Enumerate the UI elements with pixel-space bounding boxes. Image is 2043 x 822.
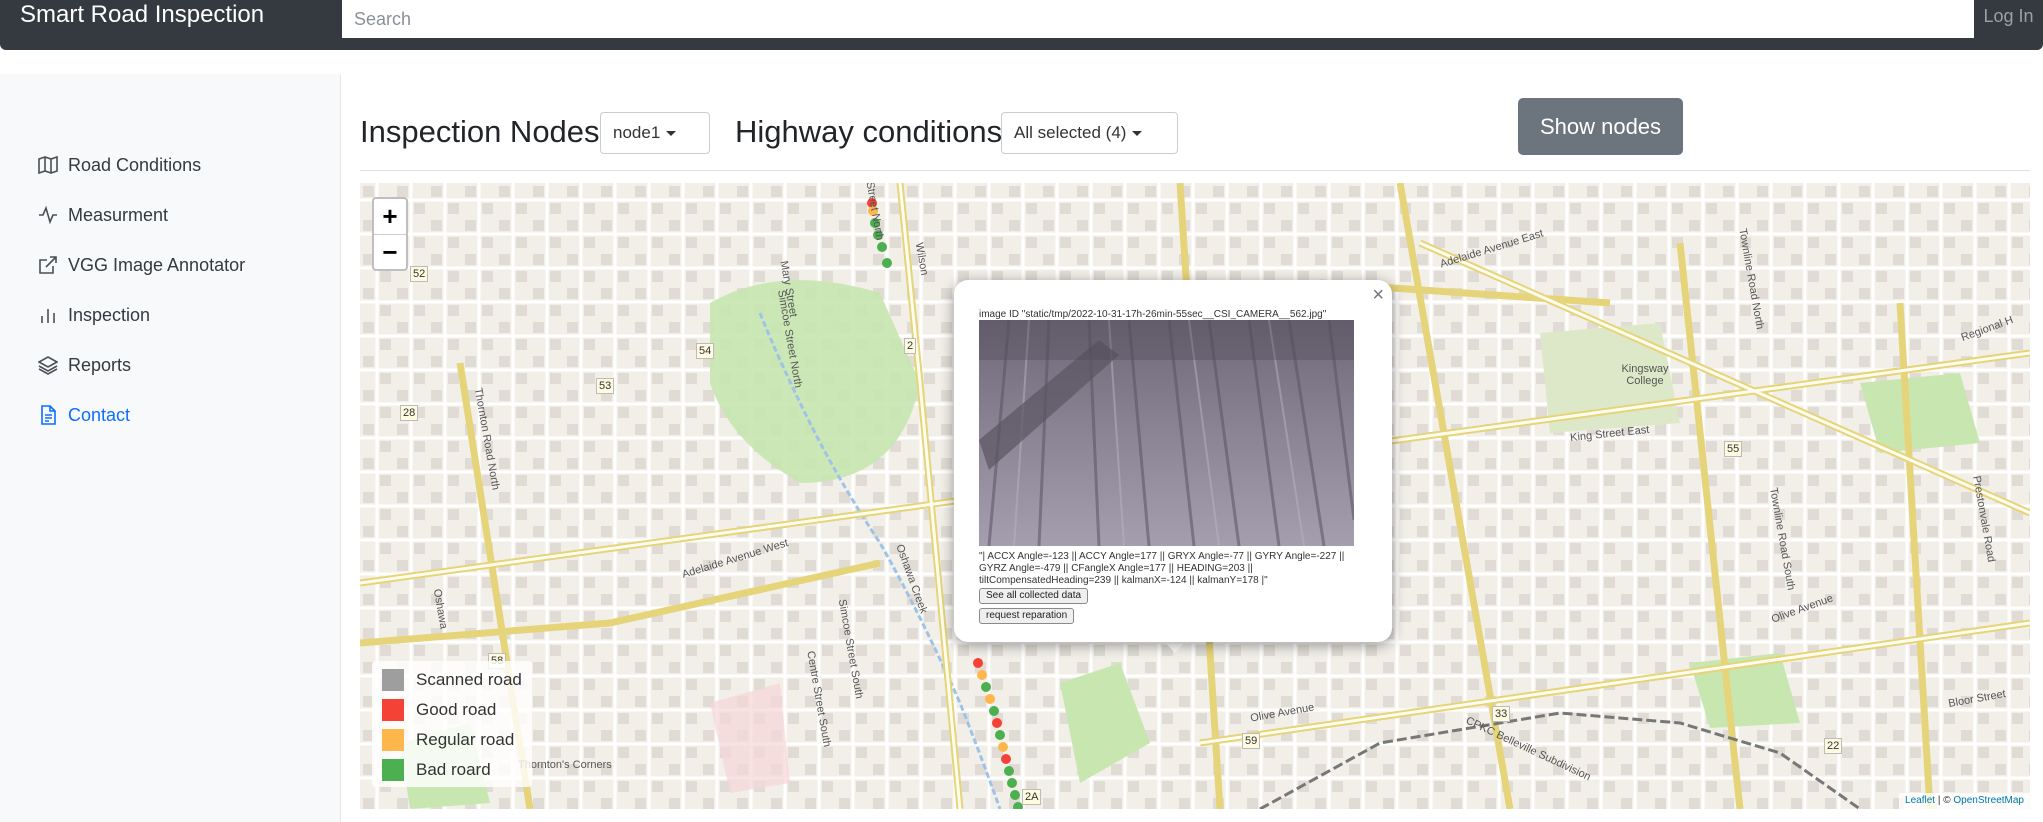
node-select[interactable]: node1	[600, 112, 710, 154]
sidebar-item-label: Road Conditions	[68, 154, 202, 175]
chevron-down-icon	[666, 130, 677, 136]
request-reparation-button[interactable]: request reparation	[979, 608, 1075, 624]
legend-item: Good road	[382, 699, 496, 721]
sidebar-item-label: Contact	[68, 404, 131, 425]
file-text-icon	[41, 405, 56, 425]
activity-icon	[39, 205, 57, 225]
legend-label: Regular road	[416, 730, 515, 749]
route-shield: 59	[1242, 733, 1261, 749]
map-icon	[38, 155, 58, 175]
chevron-down-icon	[1132, 130, 1143, 136]
sidebar-item-vgg-image-annotator[interactable]: VGG Image Annotator	[38, 250, 245, 280]
node-select-value: node1	[613, 123, 661, 142]
sidebar-item-inspection[interactable]: Inspection	[38, 300, 150, 330]
sidebar-item-road-conditions[interactable]: Road Conditions	[38, 150, 201, 180]
attribution-separator: | ©	[1937, 795, 1951, 806]
zoom-control: + −	[372, 197, 408, 271]
route-shield: 52	[410, 266, 429, 282]
sidebar-item-reports[interactable]: Reports	[38, 350, 131, 380]
legend-label: Scanned road	[416, 670, 522, 689]
sidebar-item-label: Reports	[68, 354, 132, 375]
see-all-collected-data-button[interactable]: See all collected data	[979, 588, 1089, 604]
route-shield: 33	[1492, 706, 1511, 722]
map-label: Kingsway College	[1621, 363, 1669, 387]
zoom-out-button[interactable]: −	[374, 235, 406, 270]
legend-item: Scanned road	[382, 669, 522, 691]
layers-icon	[38, 356, 58, 375]
popup-image-id: image ID "static/tmp/2022-10-31-17h-26mi…	[979, 309, 1327, 320]
map-popup: × image ID "static/tmp/2022-10-31-17h-26…	[954, 280, 1392, 642]
zoom-in-button[interactable]: +	[374, 199, 406, 235]
legend-swatch	[382, 759, 404, 781]
legend-item: Bad roard	[382, 759, 491, 781]
highway-conditions-title: Highway conditions	[735, 114, 1003, 149]
map-legend: Scanned road Good road Regular road Bad …	[372, 661, 532, 787]
map-attribution: Leaflet | © OpenStreetMap	[1899, 793, 2030, 809]
highway-condition-select[interactable]: All selected (4)	[1001, 112, 1178, 154]
route-shield: 28	[400, 405, 419, 421]
route-shield: 2	[904, 338, 917, 354]
bar-chart-icon	[41, 309, 55, 323]
highway-select-value: All selected (4)	[1014, 123, 1127, 142]
login-link[interactable]: Log In	[1974, 0, 2043, 38]
legend-label: Good road	[416, 700, 497, 719]
legend-swatch	[382, 699, 404, 721]
map-view[interactable]: Adelaide Avenue East Adelaide Avenue Wes…	[360, 183, 2030, 809]
route-shield: 2A	[1022, 789, 1042, 805]
route-shield: 54	[696, 343, 715, 359]
sidebar-item-measurment[interactable]: Measurment	[38, 200, 168, 230]
inspection-nodes-title: Inspection Nodes	[360, 114, 600, 149]
external-link-icon	[39, 256, 57, 274]
search-input[interactable]	[342, 0, 1974, 38]
close-icon[interactable]: ×	[1372, 284, 1384, 307]
sidebar-item-label: Measurment	[68, 204, 169, 225]
legend-item: Regular road	[382, 729, 514, 751]
sidebar-item-label: Inspection	[68, 304, 151, 325]
sidebar-item-contact[interactable]: Contact	[38, 400, 130, 430]
road-camera-image	[979, 320, 1354, 546]
brand-title[interactable]: Smart Road Inspection	[20, 0, 264, 32]
route-shield: 22	[1824, 738, 1843, 754]
route-shield: 55	[1724, 441, 1743, 457]
leaflet-link[interactable]: Leaflet	[1905, 795, 1935, 806]
top-navbar: Smart Road Inspection Log In	[0, 0, 2043, 50]
openstreetmap-link[interactable]: OpenStreetMap	[1953, 795, 2024, 806]
legend-swatch	[382, 669, 404, 691]
legend-swatch	[382, 729, 404, 751]
route-shield: 53	[596, 378, 615, 394]
show-nodes-button[interactable]: Show nodes	[1518, 98, 1683, 155]
legend-label: Bad roard	[416, 760, 491, 779]
divider	[360, 170, 2030, 171]
sensor-data-text: "| ACCX Angle=-123 || ACCY Angle=177 || …	[979, 551, 1345, 586]
sidebar-item-label: VGG Image Annotator	[68, 254, 246, 275]
sidebar: Road Conditions Measurment VGG Image Ann…	[0, 74, 341, 822]
map-label: Thornton's Corners	[518, 759, 612, 771]
